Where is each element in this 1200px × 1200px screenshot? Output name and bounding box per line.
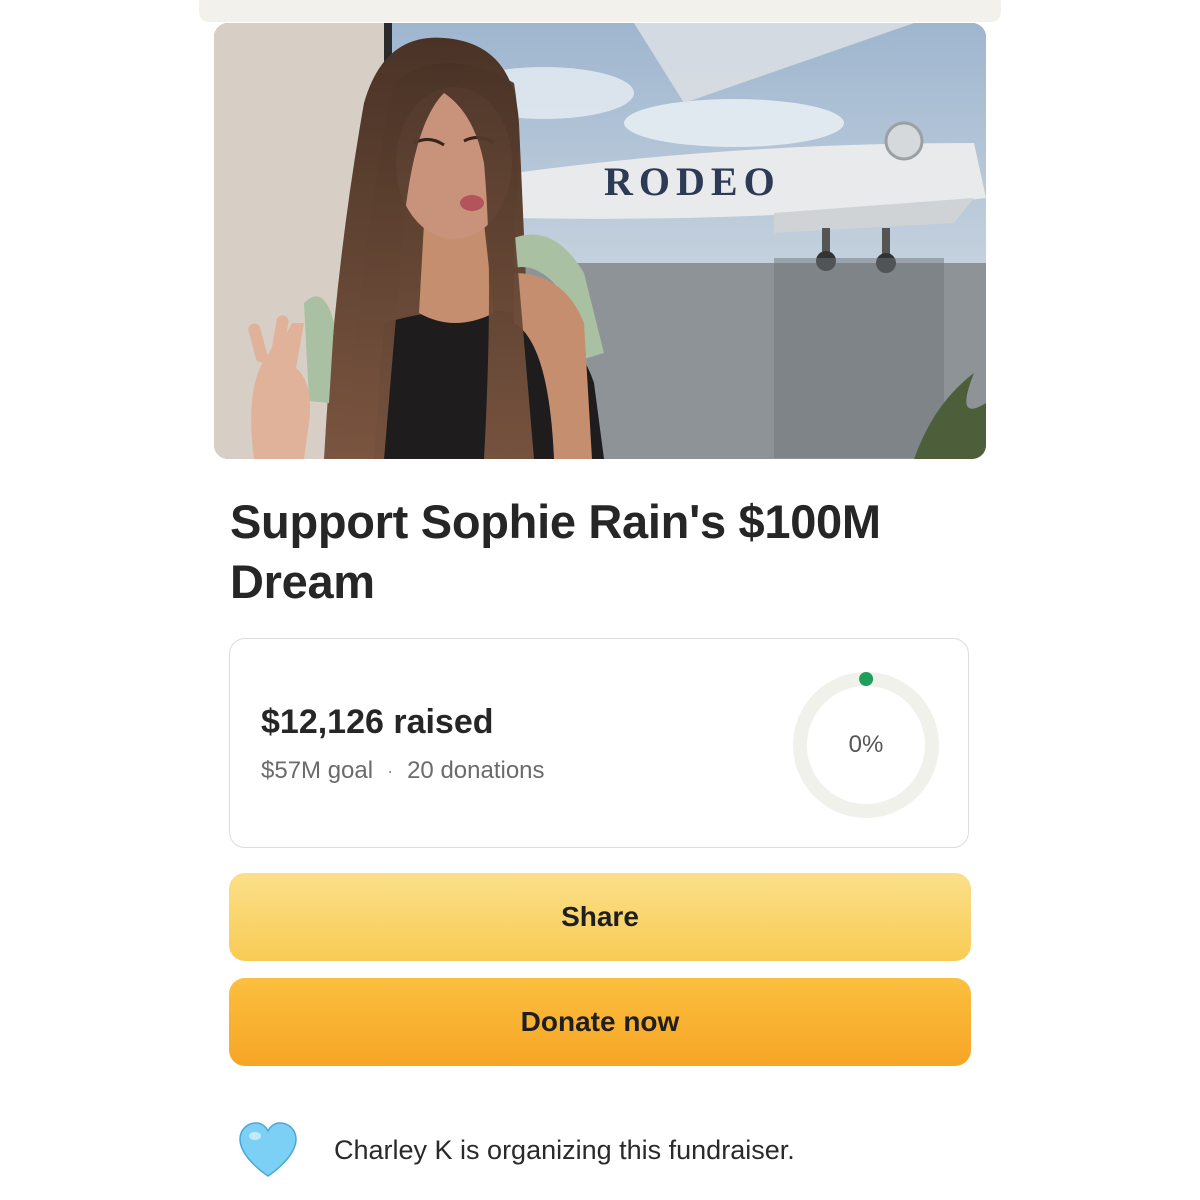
donation-count: 20 donations (407, 757, 545, 784)
blue-heart-icon (239, 1122, 297, 1177)
amount-raised: $12,126 raised (261, 703, 494, 741)
fundraiser-title: Support Sophie Rain's $100M Dream (230, 495, 881, 608)
meta-separator: · (387, 760, 394, 781)
share-button[interactable]: Share (229, 873, 971, 961)
organizer-text: Charley K is organizing this fundraiser. (334, 1134, 795, 1165)
progress-card: $12,126 raised $57M goal · 20 donations … (229, 638, 969, 848)
hero-image: RODEO (214, 23, 986, 459)
goal-amount: $57M goal (261, 757, 374, 784)
goal-meta: $57M goal · 20 donations (261, 757, 545, 785)
donate-button[interactable]: Donate now (229, 978, 971, 1066)
progress-percent: 0% (848, 731, 884, 758)
top-strip (199, 0, 1001, 22)
organizer-row: Charley K is organizing this fundraiser. (238, 1118, 795, 1182)
progress-ring: 0% (790, 669, 942, 821)
jet-lettering: RODEO (604, 159, 781, 204)
